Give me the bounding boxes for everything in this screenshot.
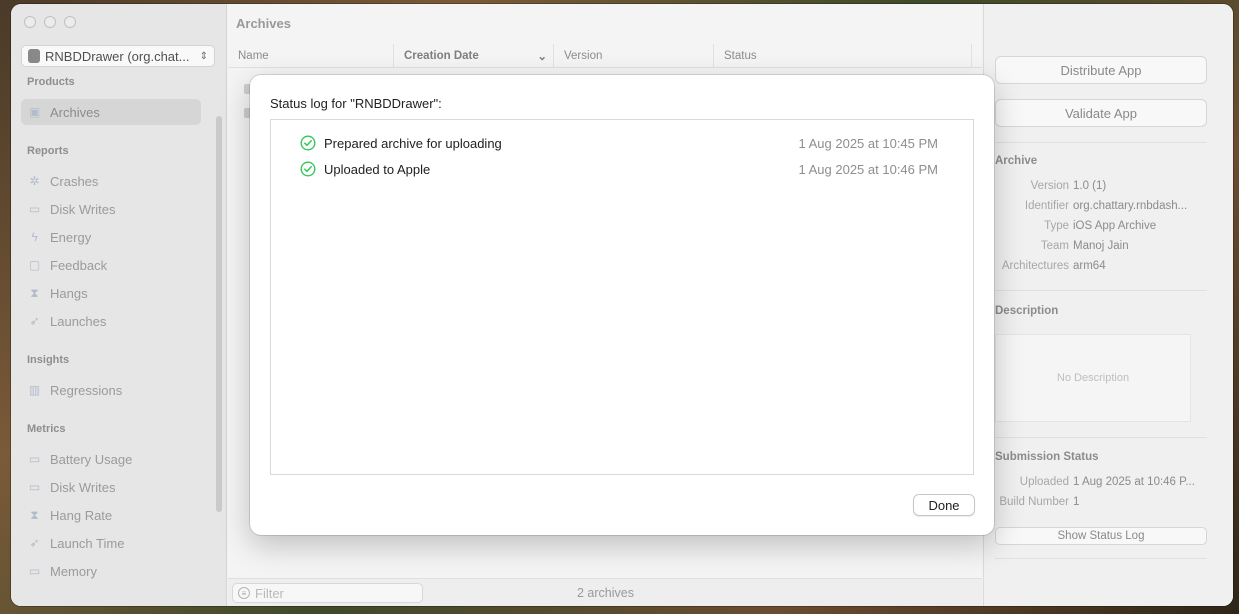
log-entry-time: 1 Aug 2025 at 10:46 PM — [798, 161, 939, 177]
log-entry: Prepared archive for uploading 1 Aug 202… — [300, 133, 938, 153]
log-entry-time: 1 Aug 2025 at 10:45 PM — [798, 135, 939, 151]
log-entry: Uploaded to Apple 1 Aug 2025 at 10:46 PM — [300, 159, 938, 179]
checkmark-circle-icon — [300, 161, 316, 177]
dialog-title: Status log for "RNBDDrawer": — [270, 96, 442, 111]
status-log-list: Prepared archive for uploading 1 Aug 202… — [270, 119, 974, 475]
checkmark-circle-icon — [300, 135, 316, 151]
done-button[interactable]: Done — [913, 494, 975, 516]
log-entry-text: Prepared archive for uploading — [324, 135, 502, 151]
log-entry-text: Uploaded to Apple — [324, 161, 431, 177]
status-log-dialog: Status log for "RNBDDrawer": Prepared ar… — [250, 75, 994, 535]
